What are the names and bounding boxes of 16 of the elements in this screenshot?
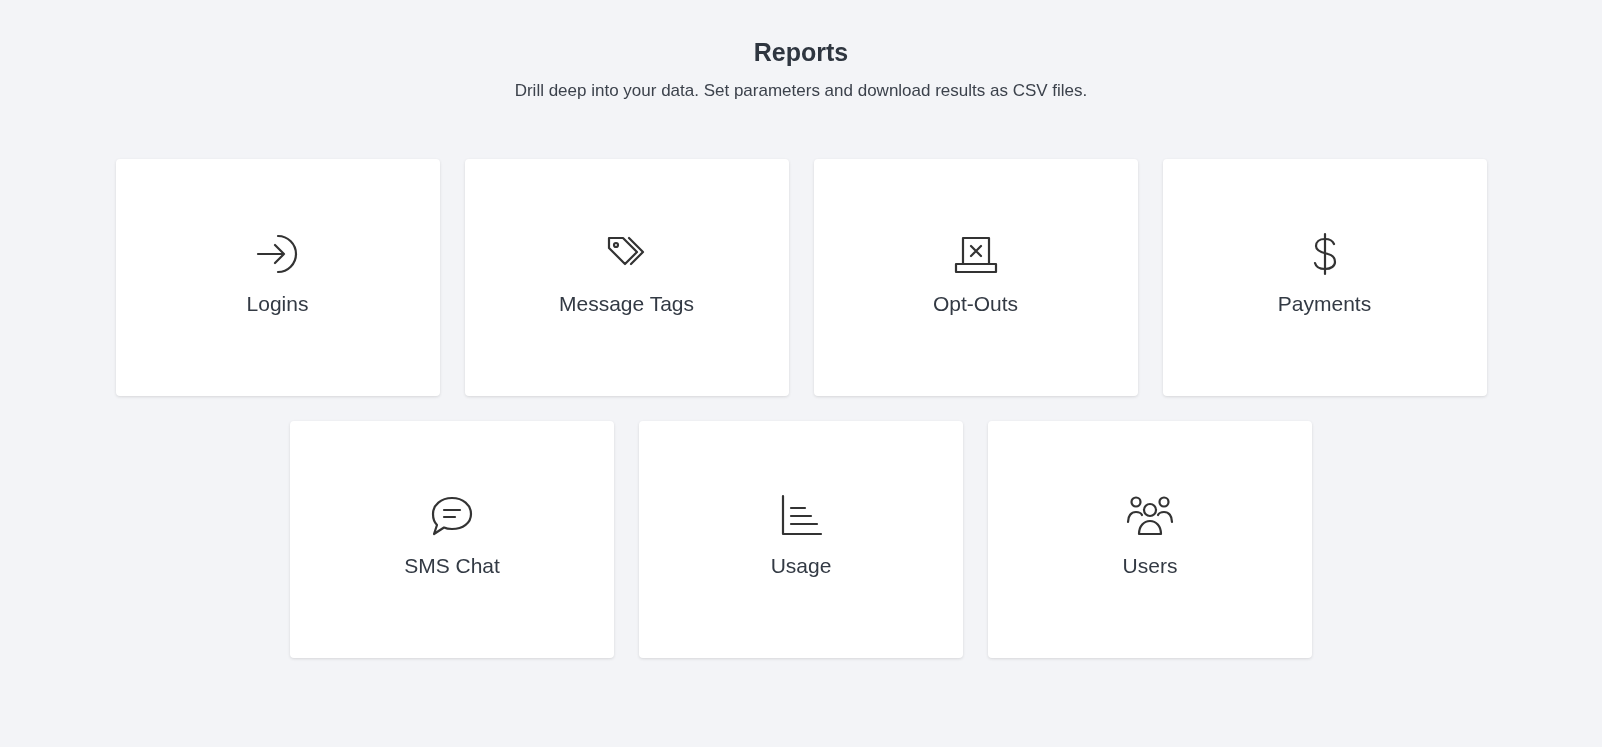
report-card[interactable]: SMS Chat [290,421,614,658]
report-card[interactable]: Opt-Outs [813,159,1138,396]
report-label: Users [1122,553,1178,578]
page-subtitle: Drill deep into your data. Set parameters and download results as CSV files. [514,81,1088,101]
report-label: Logins [246,291,309,316]
report-label: Message Tags [559,291,694,316]
report-label: Usage [770,553,832,578]
report-card[interactable]: Logins [115,159,440,396]
report-label: Payments [1277,291,1372,316]
report-label: SMS Chat [404,553,500,578]
page-title: Reports [753,38,849,67]
report-label: Opt-Outs [932,291,1019,316]
report-card[interactable]: Payments [1162,159,1487,396]
report-card[interactable]: Message Tags [464,159,789,396]
report-card[interactable]: Usage [639,421,963,658]
report-card[interactable]: Users [988,421,1312,658]
